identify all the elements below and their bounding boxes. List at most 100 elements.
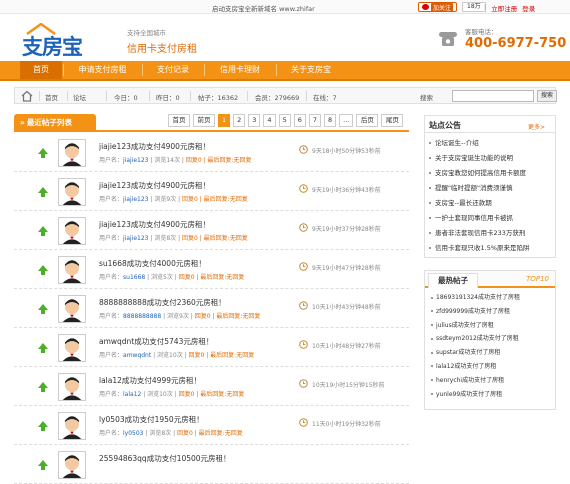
bullet — [429, 232, 431, 234]
post-row[interactable]: 25594863qq成功支付10500元房租！ — [14, 445, 409, 484]
post-row[interactable]: jiajie123成功支付4900元房租！ 用户名：jiajie123 | 浏览1… — [14, 133, 409, 172]
announcement-item[interactable]: 支房宝--最长还款期 — [429, 196, 555, 211]
post-username[interactable]: lala12 — [123, 391, 141, 398]
post-row[interactable]: su1668成功支付4000元房租！ 用户名：su1668 | 浏览5次 | 回复… — [14, 250, 409, 289]
page-first[interactable]: 首页 — [168, 114, 190, 127]
up-arrow-icon — [37, 342, 49, 354]
announcement-item[interactable]: 支房宝教您如何提高信用卡额度 — [429, 166, 555, 181]
post-views: | 浏览9次 | — [161, 313, 195, 320]
avatar[interactable] — [58, 139, 86, 167]
announcements-more-link[interactable]: 更多> — [528, 122, 545, 131]
avatar[interactable] — [58, 217, 86, 245]
post-row[interactable]: amwqdnt成功支付5743元房租！ 用户名：amwqdnt | 浏览10次 |… — [14, 328, 409, 367]
post-row[interactable]: jiajie123成功支付4900元房租！ 用户名：jiajie123 | 浏览8… — [14, 211, 409, 250]
announcement-item[interactable]: 关于支房宝诞生功能的说明 — [429, 151, 555, 166]
avatar[interactable] — [58, 412, 86, 440]
post-title[interactable]: amwqdnt成功支付5743元房租！ — [99, 336, 213, 347]
search-label: 搜索 — [420, 94, 433, 102]
post-title[interactable]: 25594863qq成功支付10500元房租！ — [99, 453, 231, 464]
hot-post-item[interactable]: supstar成功支付了房租 — [431, 346, 555, 360]
nav-payment-records[interactable]: 支付记录 — [143, 61, 203, 79]
site-announcements: 站点公告 更多> 论坛诞生--介绍 关于支房宝诞生功能的说明 支房宝教您如何提高… — [424, 115, 556, 258]
page-prev[interactable]: 前页 — [193, 114, 215, 127]
post-username[interactable]: 8888888888 — [123, 313, 161, 320]
search-input[interactable] — [452, 90, 534, 102]
post-title[interactable]: ly0503成功支付1950元房租！ — [99, 414, 204, 425]
bullet — [431, 393, 433, 396]
announcement-label: 关于支房宝诞生功能的说明 — [435, 154, 513, 162]
page-next[interactable]: 后页 — [356, 114, 379, 127]
main-nav: 首页 申请支付房租 支付记录 信用卡理财 关于支房宝 — [0, 61, 570, 81]
bullet — [429, 187, 431, 189]
clock-icon — [299, 262, 308, 271]
page-6[interactable]: 6 — [293, 114, 306, 127]
weibo-follow-button[interactable]: 加关注 — [418, 2, 458, 12]
post-title[interactable]: 8888888888成功支付2360元房租！ — [99, 297, 226, 308]
clock-icon — [299, 223, 308, 232]
login-link[interactable]: 登录 — [522, 3, 535, 13]
hot-posts-tab[interactable]: 最热帖子 — [428, 273, 478, 288]
post-row[interactable]: ly0503成功支付1950元房租！ 用户名：ly0503 | 浏览8次 | 回复… — [14, 406, 409, 445]
hot-post-item[interactable]: 18693191324成功支付了房租 — [431, 291, 555, 305]
announcement-item[interactable]: 提醒"临时提额"消费须谨慎 — [429, 181, 555, 196]
recent-posts-tab[interactable]: » 最近帖子列表 — [14, 114, 96, 131]
post-username[interactable]: jiajie123 — [123, 235, 149, 242]
hot-post-item[interactable]: zfd999999成功支付了房租 — [431, 305, 555, 319]
page-7[interactable]: 7 — [308, 114, 321, 127]
search-button[interactable]: 搜索 — [537, 90, 557, 102]
post-username[interactable]: jiajie123 — [123, 157, 149, 164]
post-row[interactable]: jiajie123成功支付4900元房租！ 用户名：jiajie123 | 浏览9… — [14, 172, 409, 211]
announcement-item[interactable]: 论坛诞生--介绍 — [429, 136, 555, 151]
post-list: jiajie123成功支付4900元房租！ 用户名： jiajie123 | 浏览1… — [14, 133, 409, 484]
post-username[interactable]: jiajie123 — [123, 196, 149, 203]
hot-posts-header: 最热帖子 TOP10 — [425, 271, 555, 288]
avatar[interactable] — [58, 334, 86, 362]
user-prefix: 用户名： — [99, 391, 124, 398]
post-title[interactable]: jiajie123成功支付4900元房租！ — [99, 141, 210, 152]
breadcrumb-home[interactable]: 首页 — [45, 92, 58, 102]
announcement-item[interactable]: 一护士套现同事信用卡被抓 — [429, 211, 555, 226]
post-username[interactable]: ly0503 — [123, 430, 144, 437]
post-views: | 浏览10次 | — [141, 391, 179, 398]
avatar[interactable] — [58, 373, 86, 401]
post-reply-info: 回复0 | 最后回复:无回复 — [182, 196, 248, 203]
bullet — [431, 310, 433, 313]
hot-post-item[interactable]: julius成功支付了房租 — [431, 319, 555, 333]
page-1[interactable]: 1 — [218, 114, 231, 127]
post-row[interactable]: lala12成功支付4999元房租！ 用户名：lala12 | 浏览10次 | 回… — [14, 367, 409, 406]
avatar[interactable] — [58, 451, 86, 479]
nav-about[interactable]: 关于支房宝 — [277, 61, 345, 79]
page-8[interactable]: 8 — [323, 114, 337, 127]
page-5[interactable]: 5 — [278, 114, 291, 127]
post-username[interactable]: amwqdnt — [123, 352, 151, 359]
stat-online: 在线：7 — [313, 94, 337, 102]
post-title[interactable]: lala12成功支付4999元房租！ — [99, 375, 201, 386]
post-views: | 浏览8次 | — [148, 235, 183, 242]
hot-post-item[interactable]: yunle99成功支付了房租 — [431, 388, 555, 402]
home-icon[interactable] — [21, 90, 33, 102]
post-title[interactable]: su1668成功支付4000元房租！ — [99, 258, 206, 269]
post-title[interactable]: jiajie123成功支付4900元房租！ — [99, 219, 210, 230]
announcement-item[interactable]: 患者非法套现信用卡233万获刑 — [429, 226, 555, 241]
page-2[interactable]: 2 — [233, 114, 246, 127]
avatar[interactable] — [58, 295, 86, 323]
register-link[interactable]: 立即注册 — [491, 3, 517, 13]
site-logo[interactable]: 支房宝 — [22, 23, 112, 59]
hot-post-item[interactable]: ssdteym2012成功支付了房租 — [431, 332, 555, 346]
hot-post-item[interactable]: lala12成功支付了房租 — [431, 360, 555, 374]
nav-apply-rent[interactable]: 申请支付房租 — [64, 61, 141, 79]
page-last[interactable]: 尾页 — [381, 114, 404, 127]
breadcrumb-forum[interactable]: 论坛 — [73, 92, 86, 102]
hot-post-item[interactable]: henrychi成功支付了房租 — [431, 374, 555, 388]
avatar[interactable] — [58, 256, 86, 284]
announcement-item[interactable]: 信用卡套现只收1.5%原来是陷阱 — [429, 241, 555, 256]
avatar[interactable] — [58, 178, 86, 206]
post-title[interactable]: jiajie123成功支付4900元房租！ — [99, 180, 210, 191]
post-username[interactable]: su1668 — [123, 274, 145, 281]
nav-credit-finance[interactable]: 信用卡理财 — [205, 61, 275, 79]
nav-home[interactable]: 首页 — [20, 61, 62, 79]
page-3[interactable]: 3 — [248, 114, 261, 127]
clock-icon — [299, 418, 308, 427]
page-4[interactable]: 4 — [263, 114, 276, 127]
post-row[interactable]: 8888888888成功支付2360元房租！ 用户名：8888888888 | 浏… — [14, 289, 409, 328]
